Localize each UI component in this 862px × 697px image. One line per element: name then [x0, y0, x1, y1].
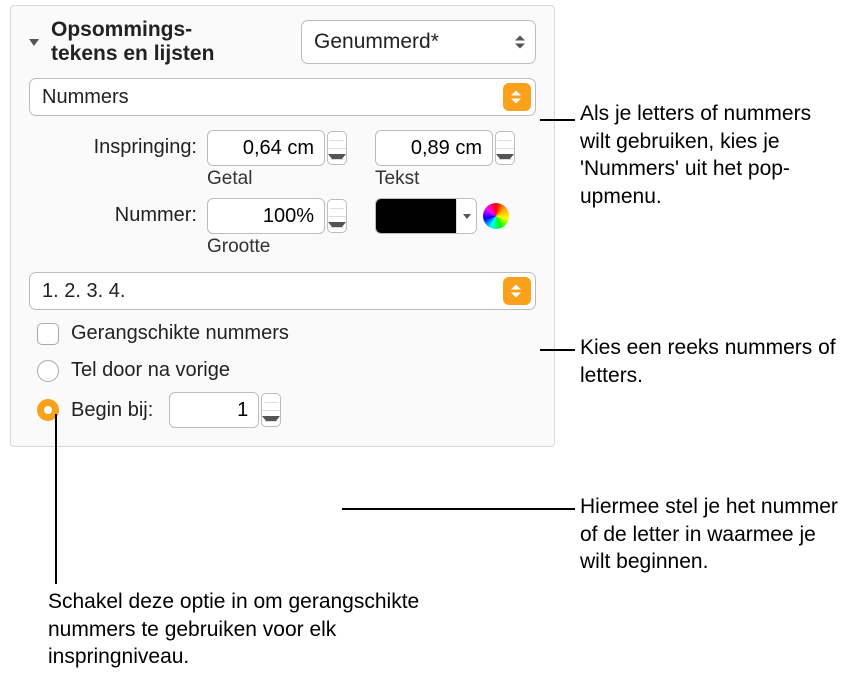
list-style-select[interactable]: Genummerd* — [301, 20, 536, 64]
callout-start-at: Hiermee stel je het nummer of de letter … — [580, 493, 840, 576]
continue-row: Tel door na vorige — [29, 359, 536, 382]
text-indent-caption: Tekst — [375, 168, 419, 190]
callout-format-popup: Kies een reeks nummers of letters. — [580, 334, 850, 389]
disclosure-triangle-icon[interactable] — [29, 39, 39, 46]
number-format-popup[interactable]: 1. 2. 3. 4. — [29, 272, 536, 310]
tiered-numbers-label: Gerangschikte nummers — [71, 322, 289, 345]
number-size-input[interactable] — [207, 198, 325, 234]
start-at-row: Begin bij: — [29, 392, 536, 428]
number-size-stepper[interactable] — [327, 199, 347, 233]
bullet-type-popup[interactable]: Nummers — [29, 78, 536, 116]
section-title: Opsommings- tekens en lijsten — [51, 18, 291, 66]
text-indent-input[interactable] — [375, 130, 493, 166]
start-at-input[interactable] — [169, 392, 259, 428]
indent-label: Inspringing: — [49, 130, 197, 159]
callout-line — [540, 349, 575, 351]
color-swatch — [376, 199, 456, 233]
list-style-value: Genummerd* — [314, 30, 439, 54]
color-wheel-icon[interactable] — [483, 203, 509, 229]
callout-line — [540, 119, 575, 121]
number-indent-caption: Getal — [207, 168, 252, 190]
indent-row: Inspringing: Getal Tekst — [29, 130, 536, 190]
updown-chevron-icon — [515, 36, 525, 49]
number-label: Nummer: — [69, 198, 197, 227]
tiered-numbers-row: Gerangschikte nummers — [29, 322, 536, 345]
callout-line — [55, 414, 57, 584]
callout-type-popup: Als je letters of nummers wilt gebruiken… — [580, 100, 840, 211]
number-color-well[interactable] — [375, 198, 477, 234]
continue-radio[interactable] — [37, 360, 59, 382]
number-size-caption: Grootte — [207, 236, 347, 258]
tiered-numbers-checkbox[interactable] — [37, 323, 59, 345]
text-indent-stepper[interactable] — [495, 131, 515, 165]
callout-tiered-checkbox: Schakel deze optie in om gerangschikte n… — [48, 588, 428, 671]
bullet-type-value: Nummers — [42, 86, 129, 109]
number-row: Nummer: Grootte — [29, 198, 536, 258]
callout-line — [342, 508, 575, 510]
start-at-stepper[interactable] — [261, 393, 281, 427]
start-at-label: Begin bij: — [71, 399, 153, 422]
continue-label: Tel door na vorige — [71, 359, 230, 382]
number-indent-input[interactable] — [207, 130, 325, 166]
popup-arrow-icon — [503, 83, 531, 111]
number-indent-stepper[interactable] — [327, 131, 347, 165]
color-dropdown-icon[interactable] — [456, 199, 476, 233]
popup-arrow-icon — [503, 277, 531, 305]
bullets-lists-panel: Opsommings- tekens en lijsten Genummerd*… — [10, 5, 555, 447]
number-format-value: 1. 2. 3. 4. — [42, 280, 125, 303]
section-header: Opsommings- tekens en lijsten Genummerd* — [29, 18, 536, 66]
